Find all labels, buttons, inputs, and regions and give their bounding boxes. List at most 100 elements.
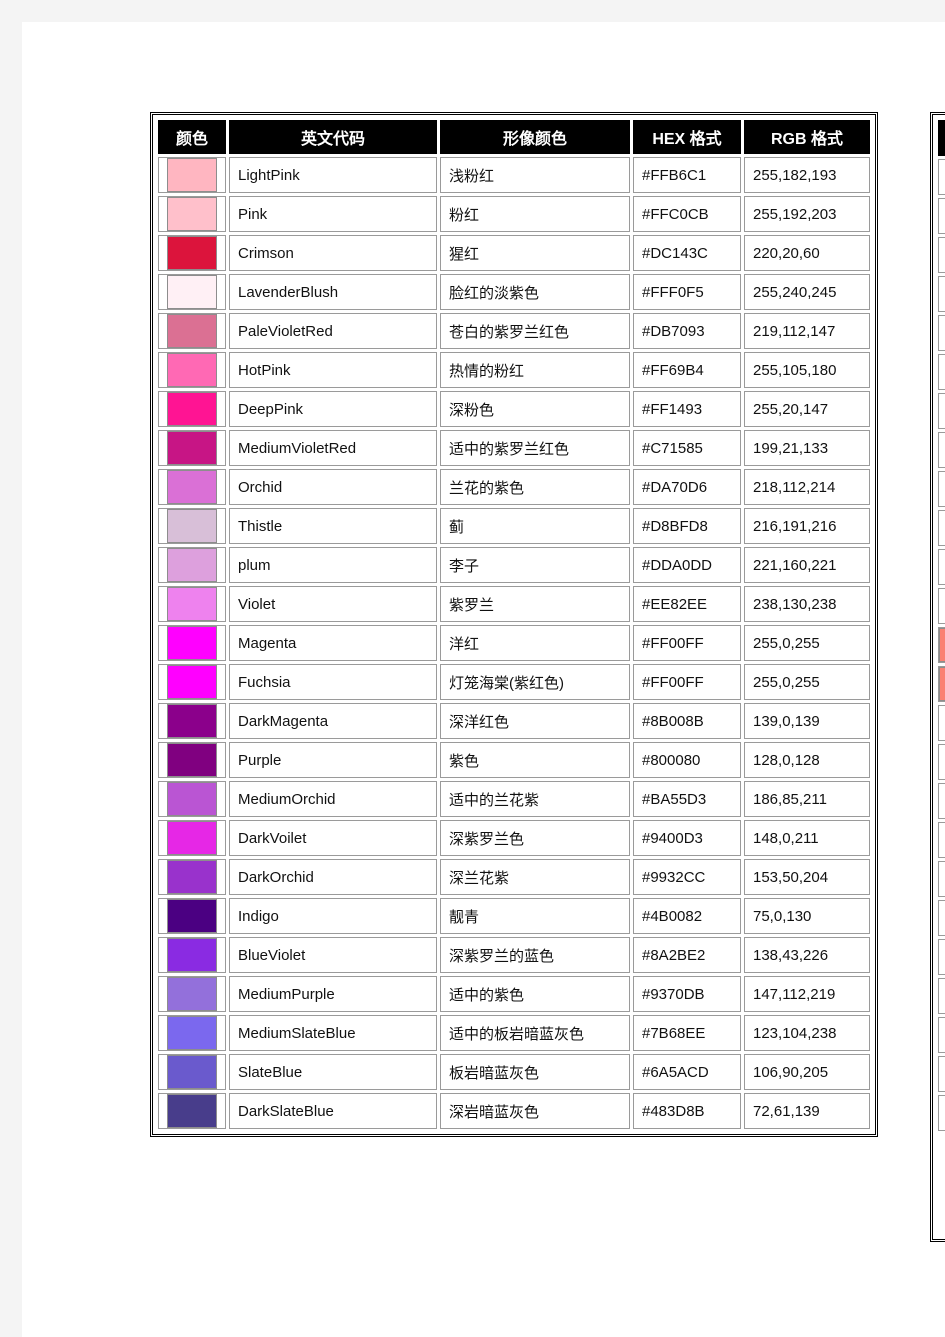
color-rgb-cell: 255,240,245 (744, 274, 870, 310)
color-rgb-cell: 128,0,128 (744, 742, 870, 778)
side-table-row (938, 549, 945, 585)
table-row: HotPink 热情的粉红 #FF69B4 255,105,180 (158, 352, 870, 388)
color-name-cell: BlueViolet (229, 937, 437, 973)
side-color-swatch (939, 862, 945, 896)
color-rgb-cell: 148,0,211 (744, 820, 870, 856)
side-color-swatch-cell (938, 744, 945, 780)
table-row: Indigo 靓青 #4B0082 75,0,130 (158, 898, 870, 934)
side-color-swatch (939, 433, 945, 467)
side-color-swatch-cell (938, 627, 945, 663)
side-color-swatch (939, 745, 945, 779)
color-swatch (167, 665, 217, 699)
color-reference-table-container: 颜色 英文代码 形像颜色 HEX 格式 RGB 格式 LightPink 浅粉红 #… (150, 112, 878, 1137)
color-name-cell: Violet (229, 586, 437, 622)
color-swatch-cell (158, 1015, 226, 1051)
color-name-cell: Orchid (229, 469, 437, 505)
side-color-swatch (939, 511, 945, 545)
side-table-row (938, 159, 945, 195)
color-name-cell: DarkSlateBlue (229, 1093, 437, 1129)
table-row: Crimson 猩红 #DC143C 220,20,60 (158, 235, 870, 271)
color-name-cell: DarkVoilet (229, 820, 437, 856)
color-swatch (167, 470, 217, 504)
table-row: Purple 紫色 #800080 128,0,128 (158, 742, 870, 778)
side-color-swatch-cell (938, 588, 945, 624)
side-color-swatch-cell (938, 861, 945, 897)
side-table-row (938, 276, 945, 312)
side-table-row (938, 588, 945, 624)
color-hex-cell: #DC143C (633, 235, 741, 271)
color-chinese-name-cell: 热情的粉红 (440, 352, 630, 388)
color-swatch (167, 236, 217, 270)
side-color-swatch (939, 550, 945, 584)
color-rgb-cell: 138,43,226 (744, 937, 870, 973)
column-header-rgb-format: RGB 格式 (744, 120, 870, 154)
side-color-swatch-cell (938, 978, 945, 1014)
side-table-body (938, 159, 945, 1131)
color-hex-cell: #FF69B4 (633, 352, 741, 388)
color-name-cell: MediumPurple (229, 976, 437, 1012)
column-header-color-swatch: 颜色 (158, 120, 226, 154)
side-color-swatch-cell (938, 276, 945, 312)
side-color-swatch (939, 1018, 945, 1052)
color-swatch (167, 626, 217, 660)
color-chinese-name-cell: 适中的板岩暗蓝灰色 (440, 1015, 630, 1051)
color-name-cell: Pink (229, 196, 437, 232)
color-hex-cell: #DA70D6 (633, 469, 741, 505)
table-row: Orchid 兰花的紫色 #DA70D6 218,112,214 (158, 469, 870, 505)
color-chinese-name-cell: 粉红 (440, 196, 630, 232)
column-header-visual-color: 形像颜色 (440, 120, 630, 154)
table-row: Violet 紫罗兰 #EE82EE 238,130,238 (158, 586, 870, 622)
color-hex-cell: #FF00FF (633, 664, 741, 700)
table-row: Magenta 洋红 #FF00FF 255,0,255 (158, 625, 870, 661)
color-hex-cell: #800080 (633, 742, 741, 778)
side-color-swatch-cell (938, 939, 945, 975)
color-hex-cell: #9370DB (633, 976, 741, 1012)
color-hex-cell: #8B008B (633, 703, 741, 739)
side-color-swatch (939, 667, 945, 701)
column-header-hex-format: HEX 格式 (633, 120, 741, 154)
table-row: BlueViolet 深紫罗兰的蓝色 #8A2BE2 138,43,226 (158, 937, 870, 973)
color-swatch (167, 1016, 217, 1050)
color-rgb-cell: 255,105,180 (744, 352, 870, 388)
color-rgb-cell: 255,0,255 (744, 625, 870, 661)
color-swatch (167, 548, 217, 582)
side-color-swatch-cell (938, 471, 945, 507)
color-swatch (167, 392, 217, 426)
table-body: LightPink 浅粉红 #FFB6C1 255,182,193 Pink 粉红 #FFC… (158, 157, 870, 1129)
color-hex-cell: #BA55D3 (633, 781, 741, 817)
color-swatch (167, 704, 217, 738)
document-page: 颜色 英文代码 形像颜色 HEX 格式 RGB 格式 LightPink 浅粉红 #… (22, 22, 945, 1337)
side-table-row (938, 510, 945, 546)
side-color-swatch-cell (938, 549, 945, 585)
color-swatch-cell (158, 313, 226, 349)
side-table-row (938, 705, 945, 741)
color-chinese-name-cell: 兰花的紫色 (440, 469, 630, 505)
side-table-row (938, 900, 945, 936)
color-swatch-cell (158, 469, 226, 505)
color-rgb-cell: 147,112,219 (744, 976, 870, 1012)
color-rgb-cell: 186,85,211 (744, 781, 870, 817)
color-name-cell: LavenderBlush (229, 274, 437, 310)
table-row: DarkMagenta 深洋红色 #8B008B 139,0,139 (158, 703, 870, 739)
side-table-row (938, 1056, 945, 1092)
table-row: SlateBlue 板岩暗蓝灰色 #6A5ACD 106,90,205 (158, 1054, 870, 1090)
color-hex-cell: #FFF0F5 (633, 274, 741, 310)
color-name-cell: MediumVioletRed (229, 430, 437, 466)
color-hex-cell: #D8BFD8 (633, 508, 741, 544)
color-hex-cell: #EE82EE (633, 586, 741, 622)
color-chinese-name-cell: 猩红 (440, 235, 630, 271)
color-hex-cell: #483D8B (633, 1093, 741, 1129)
color-swatch-cell (158, 742, 226, 778)
color-chinese-name-cell: 深洋红色 (440, 703, 630, 739)
color-reference-table: 颜色 英文代码 形像颜色 HEX 格式 RGB 格式 LightPink 浅粉红 #… (155, 117, 873, 1132)
color-chinese-name-cell: 适中的兰花紫 (440, 781, 630, 817)
side-table-row (938, 783, 945, 819)
side-table-row (938, 666, 945, 702)
side-color-swatch (939, 589, 945, 623)
adjacent-clipped-table (935, 117, 945, 1134)
color-chinese-name-cell: 紫罗兰 (440, 586, 630, 622)
side-table-row (938, 471, 945, 507)
color-hex-cell: #7B68EE (633, 1015, 741, 1051)
side-color-swatch (939, 823, 945, 857)
color-name-cell: Purple (229, 742, 437, 778)
